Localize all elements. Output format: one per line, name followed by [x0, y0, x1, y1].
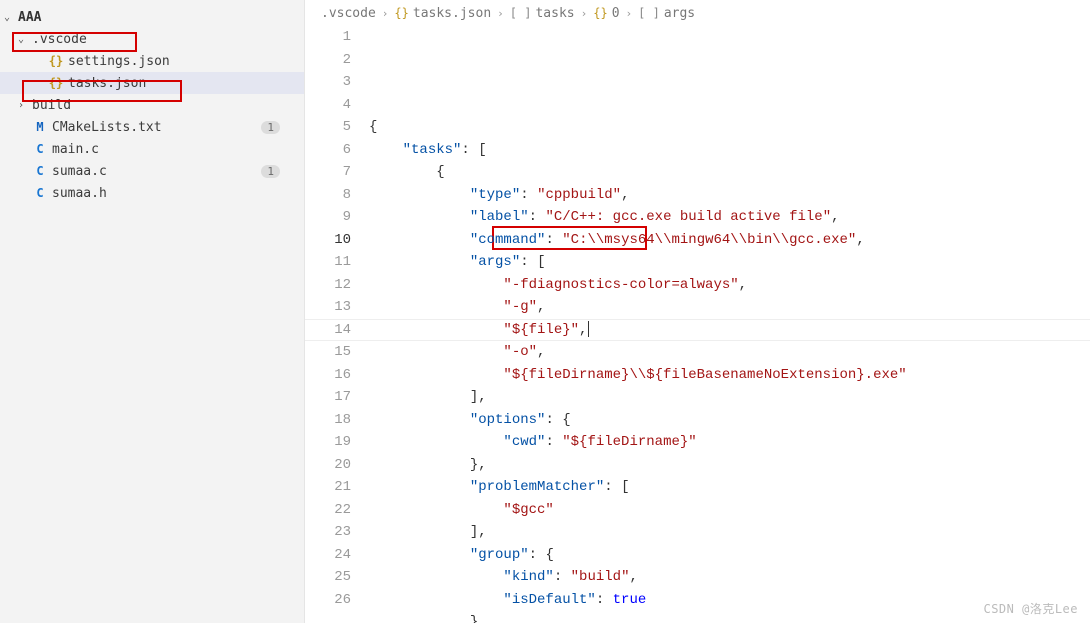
breadcrumb[interactable]: .vscode › {} tasks.json › [ ] tasks › {} 0 › [ ]…	[305, 0, 1090, 26]
file-label: sumaa.h	[52, 186, 107, 201]
code-line[interactable]: },	[369, 454, 1090, 477]
line-number: 9	[305, 206, 351, 229]
line-number: 23	[305, 521, 351, 544]
line-number: 13	[305, 296, 351, 319]
file-icon: C	[32, 142, 48, 156]
code-line[interactable]: "-fdiagnostics-color=always",	[369, 274, 1090, 297]
explorer-item[interactable]: ⌄.vscode	[0, 28, 304, 50]
code-line[interactable]: "$gcc"	[369, 499, 1090, 522]
line-number: 19	[305, 431, 351, 454]
explorer-item[interactable]: Csumaa.c 1	[0, 160, 304, 182]
file-label: sumaa.c	[52, 164, 107, 179]
code-line[interactable]: },	[369, 611, 1090, 623]
code-source[interactable]: { "tasks": [ { "type": "cppbuild", "labe…	[369, 26, 1090, 623]
chevron-right-icon: ›	[382, 7, 389, 20]
chevron-right-icon: ›	[626, 7, 633, 20]
code-line[interactable]: "tasks": [	[369, 139, 1090, 162]
code-line[interactable]: "type": "cppbuild",	[369, 184, 1090, 207]
code-line[interactable]: "isDefault": true	[369, 589, 1090, 612]
array-icon: [ ]	[510, 6, 532, 20]
file-label: settings.json	[68, 54, 170, 69]
breadcrumb-item[interactable]: tasks	[535, 6, 574, 21]
json-icon: {}	[593, 6, 607, 20]
file-label: main.c	[52, 142, 99, 157]
code-line[interactable]: "args": [	[369, 251, 1090, 274]
line-number: 12	[305, 274, 351, 297]
code-line[interactable]: "${fileDirname}\\${fileBasenameNoExtensi…	[369, 364, 1090, 387]
code-line[interactable]: "-o",	[369, 341, 1090, 364]
file-icon: C	[32, 164, 48, 178]
line-number: 5	[305, 116, 351, 139]
line-number: 2	[305, 49, 351, 72]
explorer-root[interactable]: ⌄ AAA	[0, 6, 304, 28]
file-explorer: ⌄ AAA ⌄.vscode{}settings.json{}tasks.jso…	[0, 0, 305, 623]
line-number: 18	[305, 409, 351, 432]
code-line[interactable]: {	[369, 116, 1090, 139]
line-number: 3	[305, 71, 351, 94]
line-number: 22	[305, 499, 351, 522]
breadcrumb-item[interactable]: tasks.json	[413, 6, 491, 21]
explorer-item[interactable]: {} tasks.json	[0, 72, 304, 94]
explorer-item[interactable]: Cmain.c	[0, 138, 304, 160]
file-icon: M	[32, 120, 48, 134]
chevron-right-icon: ›	[497, 7, 504, 20]
explorer-item[interactable]: Csumaa.h	[0, 182, 304, 204]
code-line[interactable]: "problemMatcher": [	[369, 476, 1090, 499]
file-icon: C	[32, 186, 48, 200]
code-line[interactable]: "label": "C/C++: gcc.exe build active fi…	[369, 206, 1090, 229]
line-number: 6	[305, 139, 351, 162]
line-number: 8	[305, 184, 351, 207]
line-number: 15	[305, 341, 351, 364]
chevron-right-icon: ›	[581, 7, 588, 20]
code-line[interactable]: "group": {	[369, 544, 1090, 567]
line-number: 11	[305, 251, 351, 274]
breadcrumb-item[interactable]: .vscode	[321, 6, 376, 21]
line-number: 1	[305, 26, 351, 49]
code-line[interactable]: "kind": "build",	[369, 566, 1090, 589]
editor-pane: .vscode › {} tasks.json › [ ] tasks › {} 0 › [ ]…	[305, 0, 1090, 623]
line-number-gutter: 1234567891011121314151617181920212223242…	[305, 26, 369, 623]
chevron-right-icon: ›	[18, 100, 32, 111]
file-label: CMakeLists.txt	[52, 120, 162, 135]
problem-badge: 1	[261, 165, 280, 178]
file-label: .vscode	[32, 32, 87, 47]
array-icon: [ ]	[638, 6, 660, 20]
code-line[interactable]: "options": {	[369, 409, 1090, 432]
breadcrumb-item[interactable]: 0	[612, 6, 620, 21]
chevron-down-icon: ⌄	[4, 12, 18, 23]
chevron-down-icon: ⌄	[18, 34, 32, 45]
line-number: 7	[305, 161, 351, 184]
line-number: 10	[305, 229, 351, 252]
code-line[interactable]: "${file}",	[369, 319, 1090, 342]
code-line[interactable]: {	[369, 161, 1090, 184]
line-number: 25	[305, 566, 351, 589]
code-line[interactable]: "cwd": "${fileDirname}"	[369, 431, 1090, 454]
file-label: tasks.json	[68, 76, 146, 91]
code-editor[interactable]: 1234567891011121314151617181920212223242…	[305, 26, 1090, 623]
line-number: 24	[305, 544, 351, 567]
explorer-item[interactable]: ›build	[0, 94, 304, 116]
file-label: build	[32, 98, 71, 113]
json-icon: {}	[394, 6, 408, 20]
explorer-item[interactable]: M CMakeLists.txt 1	[0, 116, 304, 138]
explorer-item[interactable]: {} settings.json	[0, 50, 304, 72]
file-icon: {}	[48, 54, 64, 68]
watermark: CSDN @洛克Lee	[983, 600, 1078, 617]
root-label: AAA	[18, 10, 41, 25]
breadcrumb-item[interactable]: args	[664, 6, 695, 21]
line-number: 14	[305, 319, 351, 342]
line-number: 26	[305, 589, 351, 612]
code-line[interactable]: "command": "C:\\msys64\\mingw64\\bin\\gc…	[369, 229, 1090, 252]
line-number: 20	[305, 454, 351, 477]
line-number: 4	[305, 94, 351, 117]
line-number: 16	[305, 364, 351, 387]
code-line[interactable]: ],	[369, 386, 1090, 409]
file-icon: {}	[48, 76, 64, 90]
problem-badge: 1	[261, 121, 280, 134]
code-line[interactable]: ],	[369, 521, 1090, 544]
code-line[interactable]: "-g",	[369, 296, 1090, 319]
line-number: 17	[305, 386, 351, 409]
line-number: 21	[305, 476, 351, 499]
